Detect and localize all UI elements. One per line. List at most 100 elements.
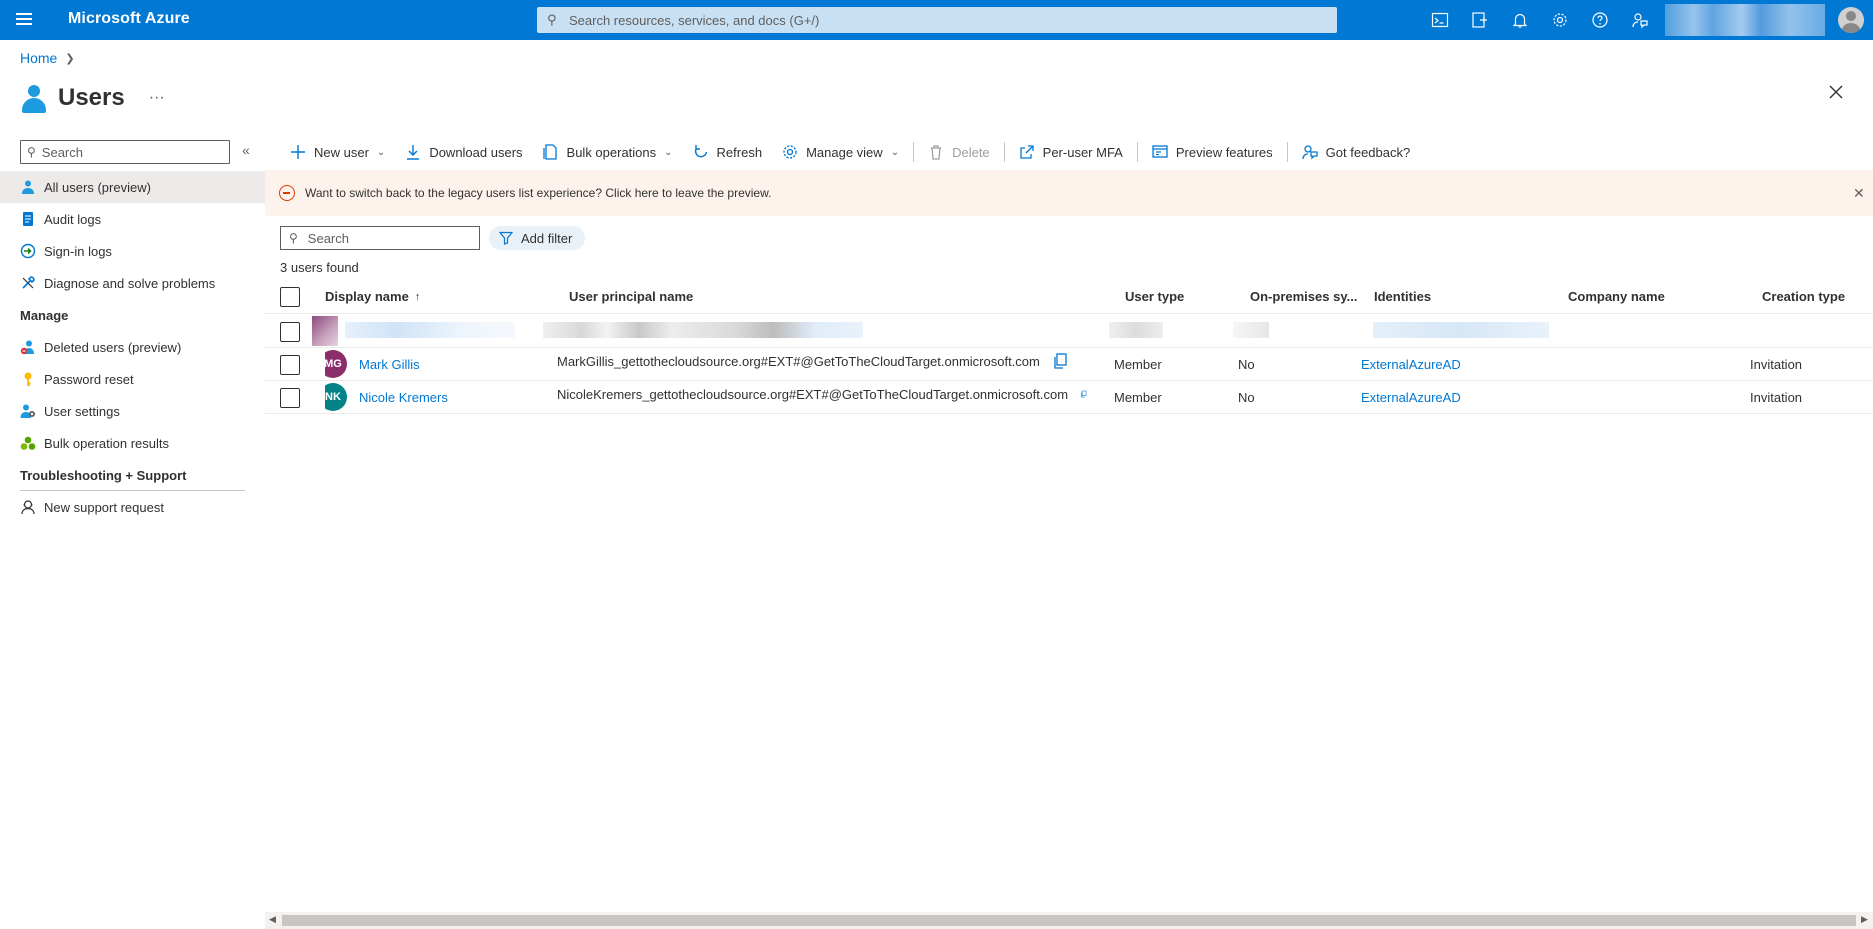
copy-icon[interactable] [1080, 386, 1087, 402]
notifications-icon[interactable] [1500, 0, 1540, 40]
identities-link[interactable]: ExternalAzureAD [1361, 381, 1541, 413]
download-users-label: Download users [429, 144, 523, 160]
table-header-row: Display name ↑ User principal name User … [265, 280, 1873, 314]
account-avatar[interactable] [1838, 7, 1864, 33]
company-cell [1568, 381, 1708, 413]
directory-filter-icon[interactable] [1460, 0, 1500, 40]
wrench-icon [20, 275, 36, 291]
more-options-icon[interactable]: ··· [149, 89, 165, 107]
got-feedback-button[interactable]: Got feedback? [1292, 136, 1421, 168]
refresh-button[interactable]: Refresh [683, 136, 773, 168]
key-icon [20, 371, 36, 387]
user-name-link[interactable]: Mark Gillis [359, 357, 420, 372]
nav-item-label: Bulk operation results [44, 435, 170, 451]
search-icon: ⚲ [289, 231, 298, 245]
banner-text[interactable]: Want to switch back to the legacy users … [305, 186, 771, 200]
column-header-identities[interactable]: Identities [1374, 280, 1554, 313]
new-user-button[interactable]: New user ⌄ [280, 136, 395, 168]
help-icon[interactable] [1580, 0, 1620, 40]
sort-ascending-icon: ↑ [414, 290, 421, 303]
upn-cell: NicoleKremers_gettothecloudsource.org#EX… [557, 381, 1087, 413]
trash-icon [931, 145, 942, 160]
user-search-box[interactable]: ⚲ [280, 226, 480, 250]
per-user-mfa-button[interactable]: Per-user MFA [1009, 136, 1133, 168]
feedback-icon[interactable] [1620, 0, 1660, 40]
deleted-user-icon [20, 339, 36, 355]
column-header-on-premises[interactable]: On-premises sy... [1250, 280, 1370, 313]
column-header-upn[interactable]: User principal name [569, 280, 1099, 313]
column-header-company[interactable]: Company name [1568, 280, 1708, 313]
bulk-operations-button[interactable]: Bulk operations ⌄ [533, 136, 683, 168]
add-filter-label: Add filter [521, 230, 573, 246]
page-header: Users ··· [20, 80, 165, 116]
nav-search-input[interactable] [41, 144, 222, 160]
nav-item-audit-logs[interactable]: Audit logs [0, 203, 265, 235]
delete-button[interactable]: Delete [918, 136, 1000, 168]
got-feedback-label: Got feedback? [1325, 144, 1411, 160]
users-table: Display name ↑ User principal name User … [265, 280, 1873, 414]
table-row[interactable]: MG Mark Gillis MarkGillis_gettotheclouds… [265, 348, 1873, 381]
audit-log-icon [20, 211, 36, 227]
table-row[interactable]: NK Nicole Kremers NicoleKremers_gettothe… [265, 381, 1873, 414]
display-name-cell: MG Mark Gillis [325, 348, 565, 380]
nav-item-label: Diagnose and solve problems [44, 275, 216, 291]
close-icon[interactable] [1826, 82, 1846, 102]
scroll-left-icon[interactable]: ◀ [269, 914, 276, 925]
command-separator [1136, 142, 1138, 162]
row-checkbox[interactable] [280, 355, 300, 375]
user-type-cell: Member [1114, 356, 1162, 372]
nav-item-user-settings[interactable]: User settings [0, 395, 265, 427]
table-row-redacted[interactable] [265, 314, 1873, 348]
command-separator [913, 142, 915, 162]
identities-link[interactable]: ExternalAzureAD [1361, 348, 1541, 380]
nav-item-all-users[interactable]: All users (preview) [0, 171, 265, 203]
redacted-on-premises [1233, 322, 1269, 338]
upn-text: MarkGillis_gettothecloudsource.org#EXT#@… [557, 353, 1040, 369]
on-premises-cell: No [1238, 356, 1255, 372]
nav-item-label: Audit logs [44, 211, 102, 227]
column-header-creation-type[interactable]: Creation type [1762, 280, 1873, 313]
scroll-right-icon[interactable]: ▶ [1861, 914, 1868, 925]
support-icon [20, 499, 36, 515]
nav-item-new-support-request[interactable]: New support request [0, 491, 265, 523]
redacted-upn [543, 322, 863, 338]
column-header-display-name[interactable]: Display name ↑ [325, 280, 565, 313]
top-toolbar [1420, 0, 1660, 40]
display-name-cell: NK Nicole Kremers [325, 381, 565, 413]
cloud-shell-icon[interactable] [1420, 0, 1460, 40]
nav-item-password-reset[interactable]: Password reset [0, 363, 265, 395]
preview-features-button[interactable]: Preview features [1142, 136, 1283, 168]
nav-item-bulk-results[interactable]: Bulk operation results [0, 427, 265, 459]
user-search-input[interactable] [307, 230, 468, 246]
copy-icon[interactable] [1052, 353, 1068, 369]
nav-search-box[interactable]: ⚲ [20, 140, 230, 164]
horizontal-scrollbar[interactable]: ◀ ▶ [265, 912, 1873, 929]
portal-menu-icon[interactable] [14, 10, 34, 30]
download-users-button[interactable]: Download users [395, 136, 532, 168]
global-search-box[interactable]: ⚲ [537, 7, 1337, 33]
nav-item-sign-in-logs[interactable]: Sign-in logs [0, 235, 265, 267]
row-checkbox[interactable] [280, 322, 300, 342]
manage-view-button[interactable]: Manage view ⌄ [772, 136, 909, 168]
command-bar: New user ⌄ Download users Bulk operation… [280, 136, 1420, 168]
column-header-user-type[interactable]: User type [1125, 280, 1225, 313]
select-all-checkbox[interactable] [280, 287, 300, 307]
collapse-menu-icon[interactable]: « [242, 142, 250, 158]
settings-icon[interactable] [1540, 0, 1580, 40]
nav-item-deleted-users[interactable]: Deleted users (preview) [0, 331, 265, 363]
preview-banner[interactable]: Want to switch back to the legacy users … [265, 170, 1873, 216]
nav-heading-manage: Manage [20, 307, 69, 323]
nav-item-diagnose[interactable]: Diagnose and solve problems [0, 267, 265, 299]
breadcrumb-home-link[interactable]: Home [20, 50, 57, 66]
global-search-input[interactable] [569, 12, 1329, 28]
brand-name[interactable]: Microsoft Azure [68, 10, 190, 28]
chevron-down-icon: ⌄ [664, 146, 673, 158]
account-info-redacted[interactable] [1665, 4, 1825, 36]
close-icon[interactable]: ✕ [1853, 185, 1865, 202]
avatar: NK [325, 383, 347, 411]
scrollbar-thumb[interactable] [282, 915, 1856, 926]
user-name-link[interactable]: Nicole Kremers [359, 390, 448, 405]
upn-text: NicoleKremers_gettothecloudsource.org#EX… [557, 386, 1069, 402]
row-checkbox[interactable] [280, 388, 300, 408]
add-filter-button[interactable]: Add filter [489, 226, 585, 250]
